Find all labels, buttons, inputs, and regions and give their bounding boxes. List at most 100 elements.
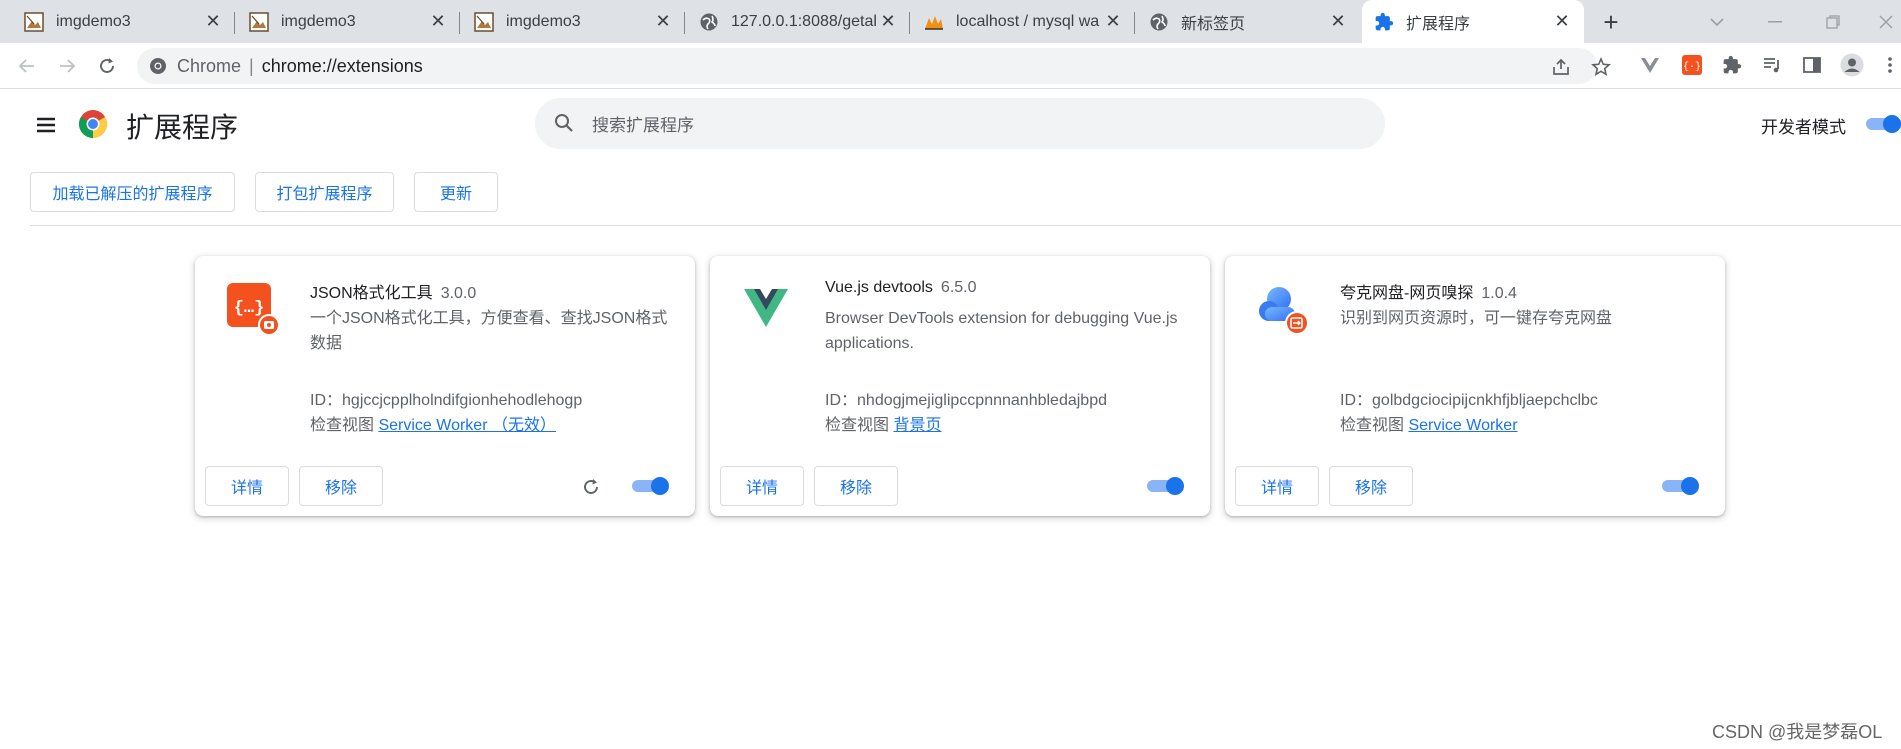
reload-icon[interactable] <box>94 53 120 79</box>
close-icon[interactable]: ✕ <box>1328 11 1348 32</box>
json-formatter-extension-icon[interactable]: {·} <box>1680 53 1704 77</box>
inspect-label: 检查视图 <box>310 417 375 434</box>
json-formatter-icon: {…} <box>225 281 280 336</box>
tab-extensions[interactable]: 扩展程序 ✕ <box>1362 0 1584 43</box>
page-title: 扩展程序 <box>126 112 239 143</box>
menu-hamburger-icon[interactable] <box>34 113 58 137</box>
id-value: golbdgciocipijcnkhfjbljaepchclbc <box>1372 392 1598 409</box>
extensions-puzzle-icon[interactable] <box>1720 53 1744 77</box>
inspect-view-link[interactable]: 背景页 <box>893 417 941 434</box>
phpmyadmin-icon <box>924 12 944 32</box>
id-value: hgjccjcpplholndifgionhehodlehogp <box>342 392 583 409</box>
extension-version: 1.0.4 <box>1481 285 1517 302</box>
extension-name-text: Vue.js devtools <box>825 279 933 296</box>
omnibox-scheme-label: Chrome <box>177 55 242 76</box>
omnibox-url: chrome://extensions <box>261 55 423 76</box>
extension-card-quark-sniffer: 夸克网盘-网页嗅探 1.0.4 识别到网页资源时，可一键存夸克网盘 ID：golb… <box>1225 256 1725 516</box>
enable-toggle[interactable] <box>1660 476 1702 496</box>
close-icon[interactable]: ✕ <box>203 11 223 32</box>
extension-version: 6.5.0 <box>940 279 977 296</box>
search-icon <box>553 112 575 139</box>
update-button[interactable]: 更新 <box>414 172 498 212</box>
close-icon[interactable]: ✕ <box>1552 11 1572 32</box>
details-button[interactable]: 详情 <box>205 466 289 506</box>
extension-description: 识别到网页资源时，可一键存夸克网盘 <box>1340 310 1613 327</box>
tab-imgdemo3-1[interactable]: imgdemo3 ✕ <box>0 0 235 43</box>
reload-extension-icon[interactable] <box>580 476 602 498</box>
close-icon[interactable]: ✕ <box>1103 11 1123 32</box>
back-icon[interactable] <box>14 53 40 79</box>
details-button[interactable]: 详情 <box>1235 466 1319 506</box>
omnibox[interactable]: Chrome | chrome://extensions <box>137 48 1611 84</box>
extension-description: Browser DevTools extension for debugging… <box>825 310 1178 352</box>
close-window-icon[interactable] <box>1866 0 1901 43</box>
new-tab-button[interactable]: + <box>1597 7 1625 37</box>
tab-title: localhost / mysql wa <box>956 12 1100 30</box>
share-icon[interactable] <box>1551 57 1571 82</box>
vue-devtools-extension-icon[interactable] <box>1638 53 1662 77</box>
close-icon[interactable]: ✕ <box>878 11 898 32</box>
inspect-label: 检查视图 <box>825 417 890 434</box>
vue-logo-icon <box>740 281 792 333</box>
tab-strip: imgdemo3 ✕ imgdemo3 ✕ imgdemo3 ✕ 127.0.0… <box>0 0 1901 43</box>
tab-imgdemo3-3[interactable]: imgdemo3 ✕ <box>460 0 685 43</box>
inspect-label: 检查视图 <box>1340 417 1405 434</box>
tab-phpmyadmin[interactable]: localhost / mysql wa ✕ <box>910 0 1135 43</box>
id-label: ID： <box>310 392 343 409</box>
extension-name: 夸克网盘-网页嗅探 1.0.4 <box>1340 279 1517 303</box>
svg-text:{…}: {…} <box>234 299 265 318</box>
search-input[interactable]: 搜索扩展程序 <box>535 98 1385 149</box>
enable-toggle[interactable] <box>1145 476 1187 496</box>
extension-name-text: JSON格式化工具 <box>310 285 433 302</box>
more-menu-icon[interactable] <box>1878 53 1901 77</box>
quark-cloud-icon <box>1255 281 1309 335</box>
inspect-views: 检查视图 Service Worker （无效） <box>310 411 556 435</box>
puzzle-icon <box>1374 12 1394 32</box>
forward-icon[interactable] <box>54 53 80 79</box>
extension-name: JSON格式化工具 3.0.0 <box>310 279 476 303</box>
watermark: CSDN @我是梦磊OL <box>1712 722 1883 742</box>
minimize-icon[interactable] <box>1755 0 1795 43</box>
remove-button[interactable]: 移除 <box>814 466 898 506</box>
tab-title: imgdemo3 <box>281 12 356 30</box>
bookmark-star-icon[interactable] <box>1591 56 1611 82</box>
tab-localhost-8088[interactable]: 127.0.0.1:8088/getal ✕ <box>685 0 910 43</box>
close-icon[interactable]: ✕ <box>653 11 673 32</box>
media-controls-icon[interactable] <box>1760 53 1784 77</box>
extension-name-text: 夸克网盘-网页嗅探 <box>1340 285 1474 302</box>
inspect-view-link[interactable]: Service Worker （无效） <box>378 417 556 434</box>
extension-description: 一个JSON格式化工具，方便查看、查找JSON格式数据 <box>310 310 668 352</box>
omnibox-separator: | <box>249 55 254 76</box>
enable-toggle[interactable] <box>630 476 672 496</box>
profile-avatar-icon[interactable] <box>1840 53 1864 77</box>
tab-new-tab[interactable]: 新标签页 ✕ <box>1135 0 1360 43</box>
side-panel-icon[interactable] <box>1800 53 1824 77</box>
dev-mode-toggle[interactable] <box>1864 114 1901 134</box>
extension-card-vue-devtools: Vue.js devtools 6.5.0 Browser DevTools ex… <box>710 256 1210 516</box>
remove-button[interactable]: 移除 <box>1329 466 1413 506</box>
extension-id: ID：golbdgciocipijcnkhfjbljaepchclbc <box>1340 386 1598 410</box>
tab-search-icon[interactable] <box>1697 0 1737 43</box>
tab-title: 127.0.0.1:8088/getal <box>731 12 877 30</box>
image-icon <box>249 11 269 32</box>
globe-icon <box>699 12 719 32</box>
id-label: ID： <box>825 392 858 409</box>
tab-imgdemo3-2[interactable]: imgdemo3 ✕ <box>235 0 460 43</box>
pack-extension-button[interactable]: 打包扩展程序 <box>255 172 394 212</box>
remove-button[interactable]: 移除 <box>299 466 383 506</box>
chrome-logo-icon <box>78 109 108 139</box>
extension-name: Vue.js devtools 6.5.0 <box>825 279 977 297</box>
id-label: ID： <box>1340 392 1373 409</box>
extension-id: ID：nhdogjmejiglipccpnnnanhbledajbpd <box>825 386 1107 410</box>
dev-mode-label: 开发者模式 <box>1761 118 1846 137</box>
inspect-views: 检查视图 背景页 <box>825 411 941 435</box>
inspect-view-link[interactable]: Service Worker <box>1408 417 1517 434</box>
svg-text:{·}: {·} <box>1683 61 1701 73</box>
extension-version: 3.0.0 <box>440 285 477 302</box>
load-unpacked-button[interactable]: 加载已解压的扩展程序 <box>30 172 235 212</box>
close-icon[interactable]: ✕ <box>428 11 448 32</box>
details-button[interactable]: 详情 <box>720 466 804 506</box>
search-placeholder: 搜索扩展程序 <box>592 116 694 135</box>
restore-icon[interactable] <box>1813 0 1853 43</box>
header-divider <box>30 225 1901 226</box>
